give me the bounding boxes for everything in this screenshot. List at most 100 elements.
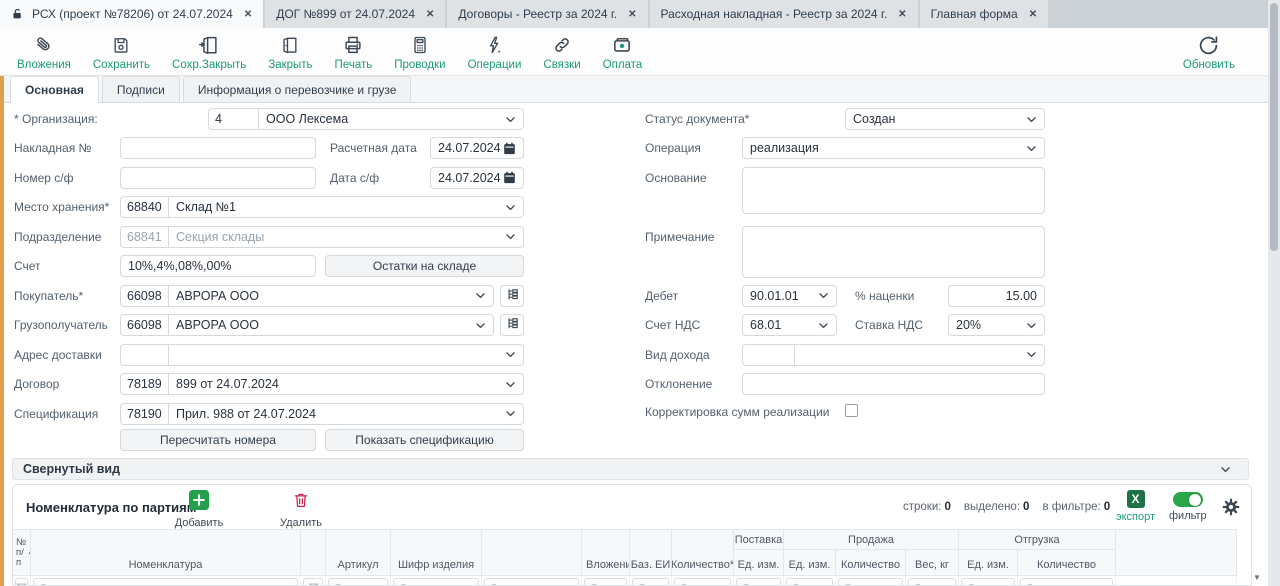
column-filter-input[interactable] bbox=[786, 578, 833, 586]
export-excel-button[interactable]: X экспорт bbox=[1116, 490, 1155, 523]
close-icon[interactable]: ✕ bbox=[898, 9, 906, 20]
consignee-combo[interactable]: 66098 АВРОРА ООО bbox=[120, 314, 494, 336]
links-button[interactable]: Связки bbox=[532, 28, 591, 75]
column-header[interactable]: Номенклатура bbox=[31, 530, 301, 576]
column-filter-input[interactable] bbox=[838, 578, 903, 586]
column-filter-input[interactable] bbox=[584, 578, 627, 586]
close-icon[interactable]: ✕ bbox=[244, 9, 252, 20]
column-header[interactable] bbox=[482, 530, 582, 576]
buyer-hierarchy-button[interactable] bbox=[500, 285, 524, 307]
column-header[interactable]: Количество* bbox=[672, 530, 734, 576]
close-button[interactable]: Закрыть bbox=[257, 28, 323, 75]
column-filter-input[interactable] bbox=[736, 578, 781, 586]
scroll-down-arrow-icon[interactable]: ▼ bbox=[1253, 573, 1261, 582]
filter-toggle[interactable]: фильтр bbox=[1169, 490, 1207, 522]
funnel-icon[interactable] bbox=[15, 578, 28, 586]
stock-balance-button[interactable]: Остатки на складе bbox=[325, 255, 524, 277]
column-header[interactable] bbox=[1116, 530, 1237, 576]
debit-combo[interactable]: 90.01.01 bbox=[742, 285, 837, 307]
tab-1[interactable]: РСХ (проект №78206) от 24.07.2024✕ bbox=[0, 0, 263, 28]
scrollbar-thumb[interactable] bbox=[1270, 3, 1278, 251]
column-header[interactable]: Количество bbox=[836, 550, 906, 576]
column-filter-input[interactable] bbox=[1020, 578, 1113, 586]
tab-5[interactable]: Главная форма✕ bbox=[920, 0, 1049, 28]
column-header[interactable]: № п/п▲ bbox=[13, 530, 31, 576]
vat-account-combo[interactable]: 68.01 bbox=[742, 314, 837, 336]
chevron-down-icon bbox=[504, 407, 517, 420]
column-header[interactable]: Баз. ЕИ bbox=[630, 530, 672, 576]
add-row-button[interactable]: Добавить bbox=[173, 490, 225, 529]
correction-checkbox[interactable] bbox=[845, 404, 858, 417]
column-filter-cell bbox=[734, 576, 784, 586]
postings-button[interactable]: Проводки bbox=[383, 28, 456, 75]
save-button[interactable]: Сохранить bbox=[82, 28, 161, 75]
tab-3[interactable]: Договоры - Реестр за 2024 г.✕ bbox=[447, 0, 647, 28]
buyer-combo[interactable]: 66098 АВРОРА ООО bbox=[120, 285, 494, 307]
operation-combo[interactable]: реализация bbox=[742, 137, 1045, 159]
column-header[interactable] bbox=[301, 530, 326, 576]
toggle-on-icon[interactable] bbox=[1173, 492, 1203, 507]
close-icon[interactable]: ✕ bbox=[1029, 9, 1037, 20]
specification-combo[interactable]: 78190 Прил. 988 от 24.07.2024 bbox=[120, 403, 524, 425]
note-textarea[interactable] bbox=[742, 226, 1045, 278]
delete-row-button[interactable]: Удалить bbox=[275, 490, 327, 529]
correction-label: Корректировка сумм реализации bbox=[645, 405, 829, 419]
save-close-button[interactable]: Сохр.Закрыть bbox=[161, 28, 257, 75]
status-combo[interactable]: Создан bbox=[845, 108, 1045, 130]
close-icon[interactable]: ✕ bbox=[426, 9, 434, 20]
recalc-numbers-button[interactable]: Пересчитать номера bbox=[120, 429, 316, 451]
column-filter-input[interactable] bbox=[484, 578, 579, 586]
column-header[interactable]: Артикул bbox=[326, 530, 391, 576]
sf-number-input[interactable] bbox=[120, 167, 316, 189]
vat-rate-label: Ставка НДС bbox=[855, 318, 923, 332]
department-combo[interactable]: 68841 Секция склады bbox=[120, 226, 524, 248]
tab-2[interactable]: ДОГ №899 от 24.07.2024✕ bbox=[265, 0, 445, 28]
column-header[interactable]: Шифр изделия bbox=[391, 530, 482, 576]
form-tab-2[interactable]: Подписи bbox=[102, 76, 180, 102]
window-scrollbar[interactable] bbox=[1268, 0, 1280, 586]
column-header[interactable]: Ед. изм. bbox=[734, 550, 784, 576]
operations-button[interactable]: Операции bbox=[457, 28, 533, 75]
settings-gear-icon[interactable] bbox=[1221, 497, 1241, 522]
invoice-number-input[interactable] bbox=[120, 137, 316, 159]
delivery-address-combo[interactable] bbox=[120, 344, 524, 366]
organization-combo[interactable]: 4 ООО Лексема bbox=[208, 108, 524, 130]
sf-date-field[interactable]: 24.07.2024 bbox=[430, 167, 524, 189]
column-filter-input[interactable] bbox=[908, 578, 956, 586]
contract-combo[interactable]: 78189 899 от 24.07.2024 bbox=[120, 373, 524, 395]
vat-rate-combo[interactable]: 20% bbox=[948, 314, 1045, 336]
column-filter-input[interactable] bbox=[328, 578, 388, 586]
column-filter-input[interactable] bbox=[961, 578, 1015, 586]
funnel-icon[interactable] bbox=[303, 578, 323, 586]
basis-textarea[interactable] bbox=[742, 167, 1045, 214]
form-tab-1[interactable]: Основная bbox=[10, 76, 99, 103]
column-header[interactable]: Вес, кг bbox=[906, 550, 959, 576]
column-filter-input[interactable] bbox=[393, 578, 479, 586]
calc-date-label: Расчетная дата bbox=[330, 141, 417, 155]
column-header[interactable]: Количество bbox=[1018, 550, 1116, 576]
column-filter-input[interactable] bbox=[33, 578, 298, 586]
close-icon[interactable]: ✕ bbox=[628, 9, 636, 20]
column-filter-input[interactable] bbox=[632, 578, 669, 586]
income-type-combo[interactable] bbox=[742, 344, 1045, 366]
delivery-address-label: Адрес доставки bbox=[14, 348, 102, 362]
form-tab-3[interactable]: Информация о перевозчике и грузе bbox=[183, 76, 412, 102]
column-filter-input[interactable] bbox=[674, 578, 731, 586]
column-header[interactable]: Ед. изм. bbox=[784, 550, 836, 576]
account-input[interactable] bbox=[120, 255, 316, 277]
calc-date-field[interactable]: 24.07.2024 bbox=[430, 137, 524, 159]
storage-combo[interactable]: 68840 Склад №1 bbox=[120, 196, 524, 218]
consignee-hierarchy-button[interactable] bbox=[500, 314, 524, 336]
print-button[interactable]: Печать bbox=[324, 28, 384, 75]
collapsed-view-bar[interactable]: Свернутый вид bbox=[12, 458, 1249, 480]
chevron-down-icon bbox=[1025, 348, 1038, 361]
column-header[interactable]: Вложение bbox=[582, 530, 630, 576]
tab-4[interactable]: Расходная накладная - Реестр за 2024 г.✕ bbox=[650, 0, 918, 28]
show-spec-button[interactable]: Показать спецификацию bbox=[325, 429, 524, 451]
payment-button[interactable]: Оплата bbox=[592, 28, 654, 75]
deviation-input[interactable] bbox=[742, 373, 1045, 395]
markup-input[interactable] bbox=[948, 285, 1045, 307]
column-header[interactable]: Ед. изм. bbox=[959, 550, 1018, 576]
refresh-button[interactable]: Обновить bbox=[1172, 28, 1246, 76]
attachments-button[interactable]: Вложения bbox=[6, 28, 82, 75]
